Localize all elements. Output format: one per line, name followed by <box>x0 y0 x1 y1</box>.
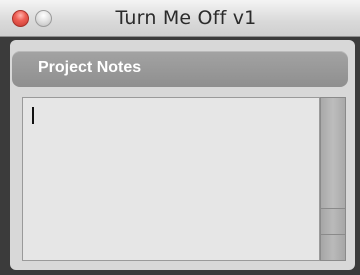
title-bar[interactable]: Turn Me Off v1 <box>0 0 360 37</box>
vertical-scrollbar[interactable] <box>320 97 346 261</box>
panel-header: Project Notes <box>12 51 348 87</box>
panel-title: Project Notes <box>38 59 142 76</box>
scroll-down-button[interactable] <box>321 234 345 260</box>
app-window: Turn Me Off v1 Project Notes <box>0 0 360 275</box>
notes-text-area[interactable] <box>22 97 320 261</box>
scrollbar-track[interactable] <box>321 98 345 208</box>
window-title: Turn Me Off v1 <box>115 7 257 29</box>
scroll-up-button[interactable] <box>321 208 345 234</box>
text-caret <box>32 107 34 124</box>
